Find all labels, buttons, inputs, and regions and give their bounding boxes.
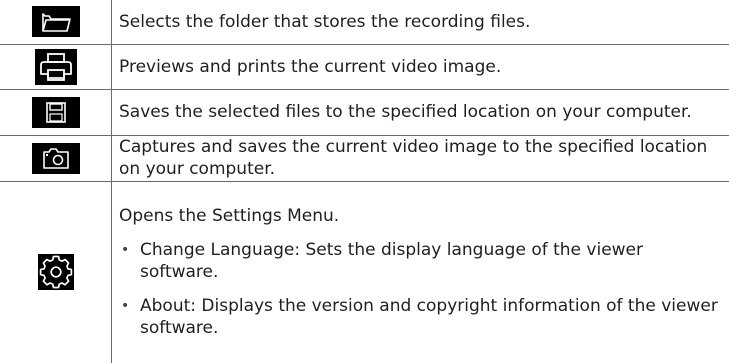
- icon-cell: [0, 88, 112, 136]
- description-cell: Opens the Settings Menu. Change Language…: [111, 180, 729, 363]
- printer-icon: [34, 48, 77, 85]
- description-cell: Captures and saves the current video ima…: [111, 134, 729, 182]
- table-row: Captures and saves the current video ima…: [0, 134, 729, 182]
- icon-cell: [0, 134, 112, 182]
- icon-description-table: Selects the folder that stores the recor…: [0, 0, 729, 363]
- icon-cell: [0, 180, 112, 363]
- settings-bullet-list: Change Language: Sets the display langua…: [119, 239, 719, 339]
- camera-icon: [31, 142, 80, 174]
- list-item: About: Displays the version and copyrigh…: [119, 295, 719, 339]
- icon-cell: [0, 43, 112, 90]
- table-row: Opens the Settings Menu. Change Language…: [0, 180, 729, 363]
- save-disk-icon: [31, 96, 80, 128]
- gear-icon: [37, 254, 74, 291]
- icon-cell: [0, 0, 112, 45]
- description-cell: Previews and prints the current video im…: [111, 43, 729, 90]
- description-cell: Selects the folder that stores the recor…: [111, 0, 729, 45]
- settings-menu-description: Opens the Settings Menu.: [119, 206, 340, 227]
- description-cell: Saves the selected files to the specifie…: [111, 88, 729, 136]
- table-row: Selects the folder that stores the recor…: [0, 0, 729, 45]
- table-row: Saves the selected files to the specifie…: [0, 88, 729, 136]
- list-item: Change Language: Sets the display langua…: [119, 239, 719, 283]
- folder-icon: [31, 6, 80, 38]
- table-row: Previews and prints the current video im…: [0, 43, 729, 90]
